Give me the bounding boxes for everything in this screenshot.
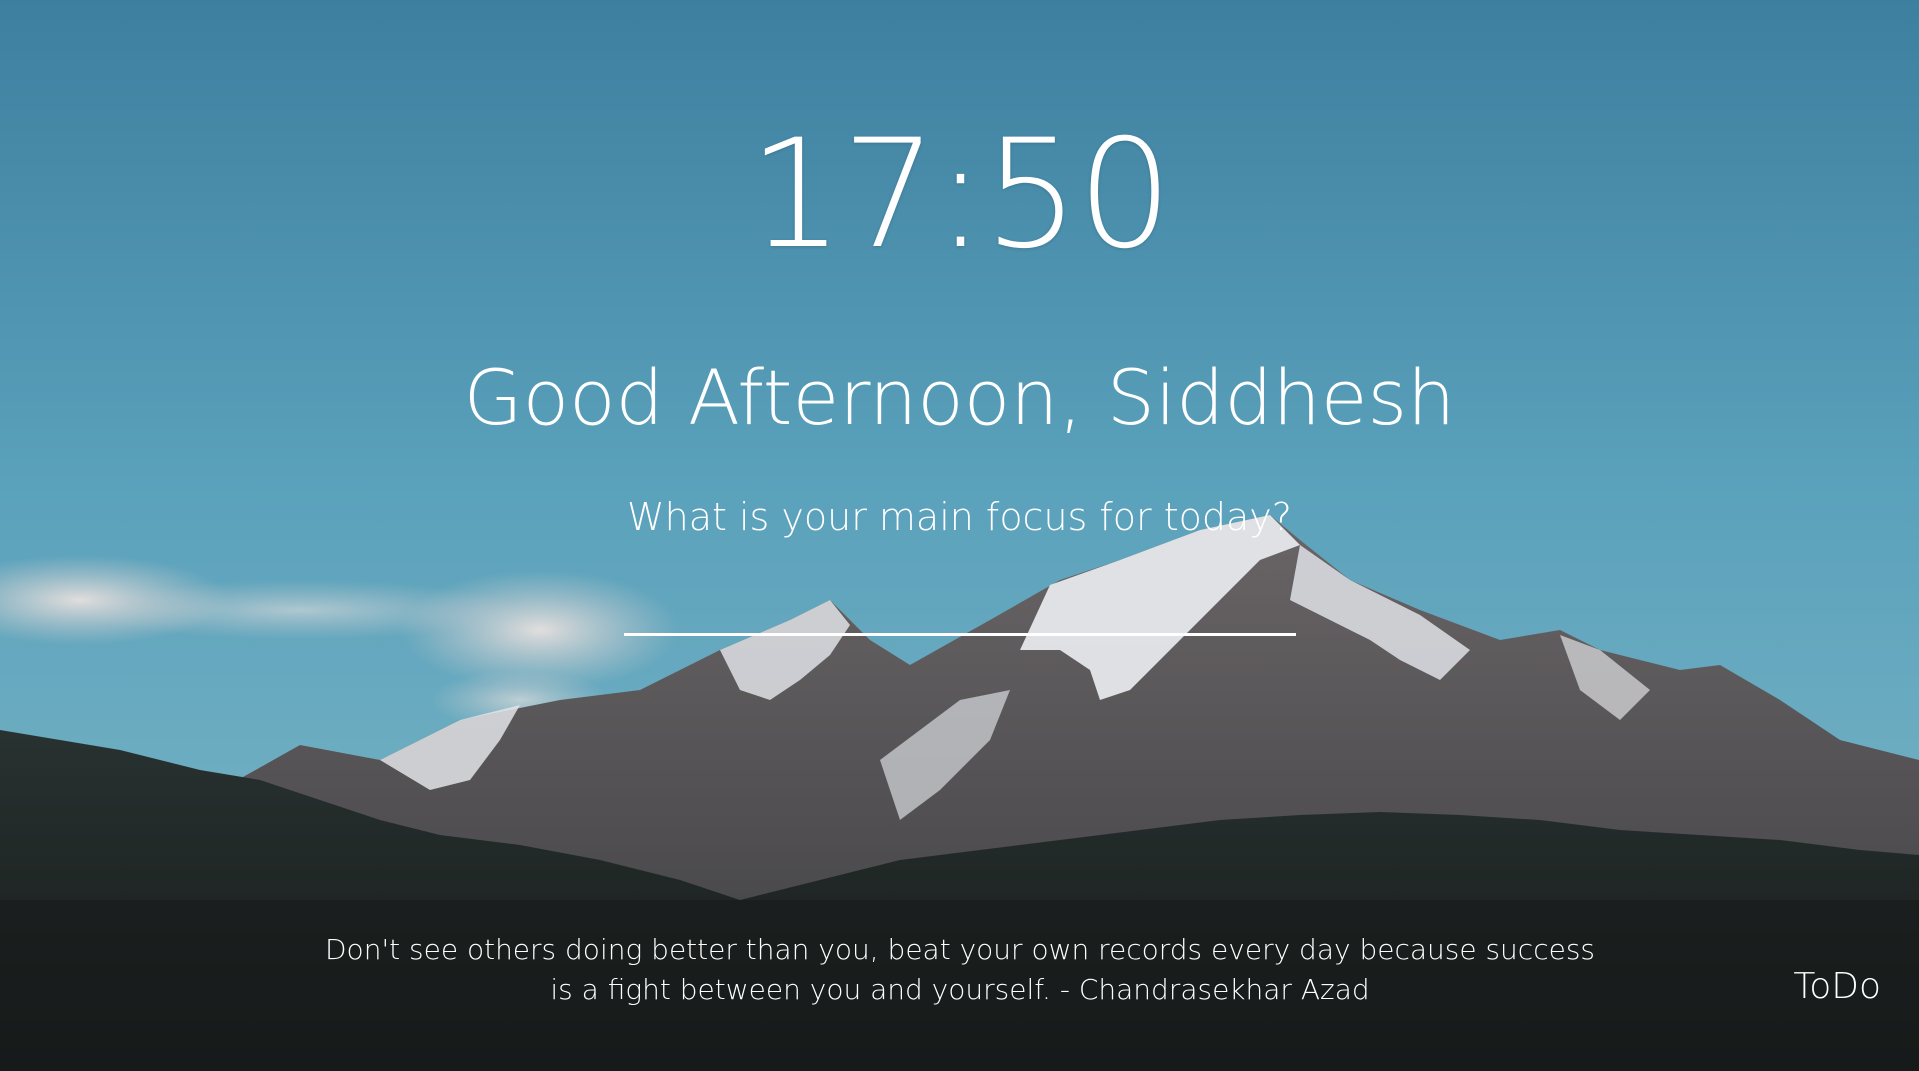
- quote: Don't see others doing better than you, …: [260, 930, 1660, 1010]
- focus-question: What is your main focus for today?: [627, 495, 1292, 539]
- todo-button[interactable]: ToDo: [1793, 966, 1881, 1007]
- quote-line-1: Don't see others doing better than you, …: [325, 933, 1595, 966]
- quote-line-2: is a fight between you and yourself. - C…: [550, 973, 1370, 1006]
- greeting-text: Good Afternoon, Siddhesh: [463, 353, 1456, 442]
- clock-time: 17:50: [748, 108, 1172, 282]
- focus-input[interactable]: [624, 572, 1296, 636]
